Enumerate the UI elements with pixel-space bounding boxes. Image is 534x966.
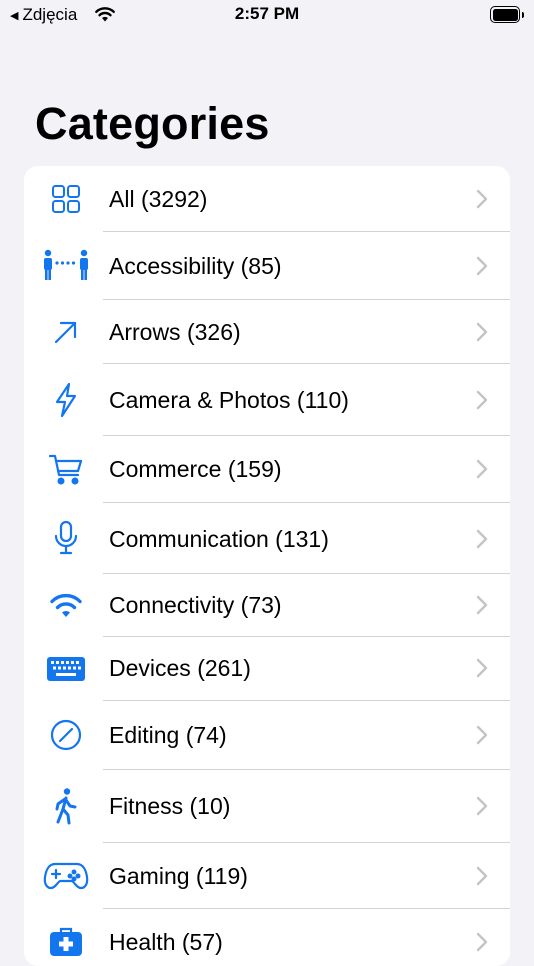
categories-list: All (3292) Accessibility (85) Arrows (32… — [24, 166, 510, 966]
category-label: Connectivity (73) — [109, 592, 282, 618]
people-distance-icon — [42, 246, 90, 286]
category-label: Devices (261) — [109, 655, 251, 681]
chevron-right-icon — [476, 866, 488, 886]
arrow-up-right-icon — [42, 312, 90, 352]
chevron-right-icon — [476, 658, 488, 678]
gamecontroller-icon — [42, 856, 90, 896]
category-label: Accessibility (85) — [109, 253, 282, 279]
category-row-connectivity[interactable]: Connectivity (73) — [24, 574, 510, 637]
page-title: Categories — [35, 98, 270, 149]
keyboard-icon — [42, 649, 90, 689]
category-row-devices[interactable]: Devices (261) — [24, 637, 510, 701]
category-row-all[interactable]: All (3292) — [24, 166, 510, 232]
category-label: Health (57) — [109, 929, 223, 955]
grid-icon — [42, 179, 90, 219]
wifi-icon — [42, 586, 90, 626]
category-row-editing[interactable]: Editing (74) — [24, 701, 510, 770]
status-time: 2:57 PM — [234, 4, 300, 23]
category-row-gaming[interactable]: Gaming (119) — [24, 843, 510, 909]
chevron-right-icon — [476, 595, 488, 615]
chevron-right-icon — [476, 459, 488, 479]
walking-figure-icon — [42, 786, 90, 826]
cart-icon — [42, 450, 90, 490]
chevron-right-icon — [476, 189, 488, 209]
chevron-right-icon — [476, 932, 488, 952]
chevron-right-icon — [476, 322, 488, 342]
chevron-right-icon — [476, 529, 488, 549]
category-label: Communication (131) — [109, 526, 329, 552]
category-row-fitness[interactable]: Fitness (10) — [24, 770, 510, 843]
category-label: Commerce (159) — [109, 456, 282, 482]
status-bar: ◀ Zdjęcia 2:57 PM — [0, 0, 534, 32]
medical-bag-icon — [42, 922, 90, 962]
category-label: Camera & Photos (110) — [109, 387, 349, 413]
category-row-health[interactable]: Health (57) — [24, 909, 510, 966]
chevron-right-icon — [476, 256, 488, 276]
chevron-right-icon — [476, 725, 488, 745]
chevron-right-icon — [476, 390, 488, 410]
category-row-commerce[interactable]: Commerce (159) — [24, 436, 510, 503]
category-label: All (3292) — [109, 186, 208, 212]
slash-circle-icon — [42, 715, 90, 755]
category-row-communication[interactable]: Communication (131) — [24, 503, 510, 574]
mic-icon — [42, 518, 90, 558]
category-label: Editing (74) — [109, 722, 227, 748]
category-label: Gaming (119) — [109, 863, 248, 889]
category-row-accessibility[interactable]: Accessibility (85) — [24, 232, 510, 300]
chevron-right-icon — [476, 796, 488, 816]
category-label: Arrows (326) — [109, 319, 241, 345]
category-row-camera-photos[interactable]: Camera & Photos (110) — [24, 364, 510, 436]
category-label: Fitness (10) — [109, 793, 231, 819]
bolt-icon — [42, 380, 90, 420]
battery-icon — [490, 6, 524, 23]
category-row-arrows[interactable]: Arrows (326) — [24, 300, 510, 364]
